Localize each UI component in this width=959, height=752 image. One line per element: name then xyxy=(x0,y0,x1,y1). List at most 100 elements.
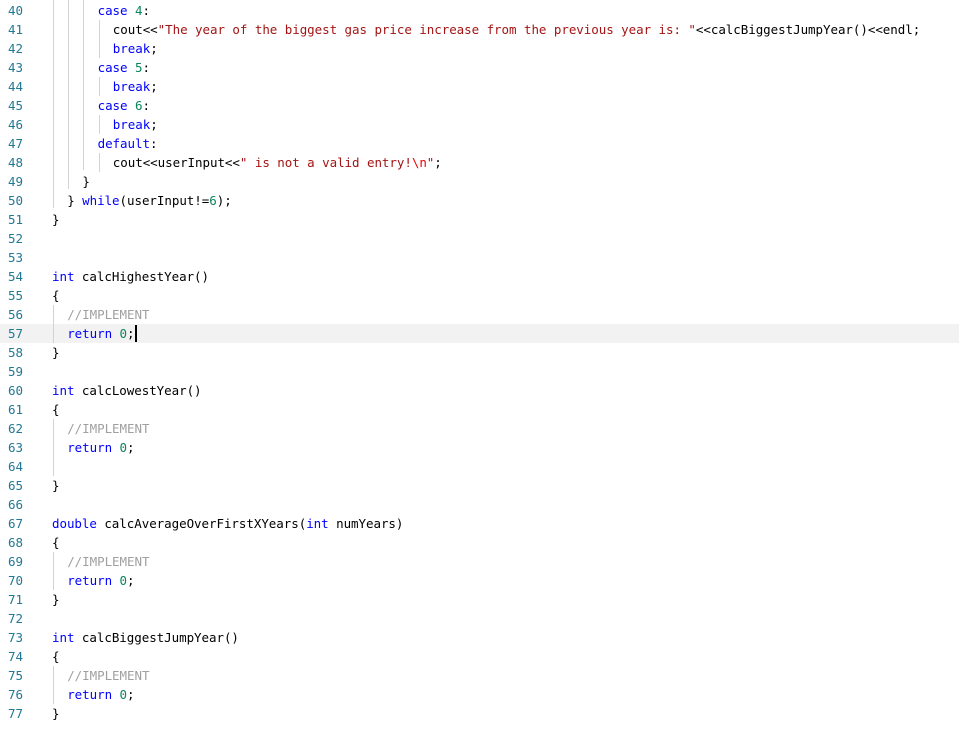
code-line[interactable]: 47 default: xyxy=(0,134,959,153)
code-line[interactable]: 57 return 0; xyxy=(0,324,959,343)
line-number: 62 xyxy=(8,421,24,436)
token-kw: int xyxy=(52,269,75,284)
line-number: 72 xyxy=(8,611,24,626)
code-line[interactable]: 40 case 4: xyxy=(0,1,959,20)
code-line[interactable]: 61 { xyxy=(0,400,959,419)
code-line[interactable]: 67 double calcAverageOverFirstXYears(int … xyxy=(0,514,959,533)
line-number: 61 xyxy=(8,402,24,417)
token-kw: return xyxy=(67,440,113,455)
token-kw: break xyxy=(112,41,151,56)
code-line[interactable]: 76 return 0; xyxy=(0,685,959,704)
code-line[interactable]: 73 int calcBiggestJumpYear() xyxy=(0,628,959,647)
code-editor[interactable]: 40 case 4: 41 cout<<"The year of the bigges… xyxy=(0,0,959,752)
line-number: 68 xyxy=(8,535,24,550)
code-line[interactable]: 56 //IMPLEMENT xyxy=(0,305,959,324)
line-number: 45 xyxy=(8,98,24,113)
code-line[interactable]: 58} xyxy=(0,343,959,362)
token-cmt: //IMPLEMENT xyxy=(67,668,150,683)
token-plain: { xyxy=(52,535,60,550)
code-line[interactable]: 71} xyxy=(0,590,959,609)
line-code: break; xyxy=(113,115,158,134)
code-line[interactable]: 64 xyxy=(0,457,959,476)
token-esc: \n xyxy=(411,155,427,170)
indent-guide xyxy=(68,0,70,189)
token-kw: case xyxy=(97,3,135,18)
indent-guide xyxy=(98,153,100,172)
line-number: 40 xyxy=(8,3,24,18)
token-num: 0 xyxy=(119,326,128,341)
token-plain: : xyxy=(149,136,158,151)
line-number: 53 xyxy=(8,250,24,265)
line-number: 46 xyxy=(8,117,24,132)
code-line[interactable]: 72 xyxy=(0,609,959,628)
line-code: return 0; xyxy=(67,438,134,457)
token-num: 0 xyxy=(119,440,128,455)
code-line[interactable]: 75 //IMPLEMENT xyxy=(0,666,959,685)
line-number: 71 xyxy=(8,592,24,607)
token-plain: (userInput!= xyxy=(119,193,210,208)
line-number: 47 xyxy=(8,136,24,151)
line-number: 55 xyxy=(8,288,24,303)
token-kw: return xyxy=(67,326,113,341)
token-plain: calcAverageOverFirstXYears( xyxy=(96,516,307,531)
line-code: { xyxy=(52,400,60,419)
token-kw: default xyxy=(97,136,150,151)
line-code: default: xyxy=(98,134,158,153)
line-code: } xyxy=(52,210,60,229)
token-plain: numYears) xyxy=(328,516,404,531)
code-line[interactable]: 46 break; xyxy=(0,115,959,134)
code-line[interactable]: 43 case 5: xyxy=(0,58,959,77)
code-line[interactable]: 45 case 6: xyxy=(0,96,959,115)
code-line[interactable]: 50} while(userInput!=6); xyxy=(0,191,959,210)
code-line[interactable]: 51} xyxy=(0,210,959,229)
line-number: 70 xyxy=(8,573,24,588)
line-code: break; xyxy=(113,77,158,96)
line-number: 49 xyxy=(8,174,24,189)
indent-guide xyxy=(53,552,54,590)
line-number: 66 xyxy=(8,497,24,512)
code-line[interactable]: 44 break; xyxy=(0,77,959,96)
code-line[interactable]: 49} xyxy=(0,172,959,191)
indent-guide xyxy=(53,305,54,343)
code-line[interactable]: 65} xyxy=(0,476,959,495)
code-line[interactable]: 74 { xyxy=(0,647,959,666)
code-line[interactable]: 68 { xyxy=(0,533,959,552)
line-number: 73 xyxy=(8,630,24,645)
token-kw: case xyxy=(97,98,135,113)
line-code: case 6: xyxy=(98,96,150,115)
code-line[interactable]: 70 return 0; xyxy=(0,571,959,590)
line-number: 50 xyxy=(8,193,24,208)
indent-guide xyxy=(53,666,54,704)
line-code: } xyxy=(52,704,60,723)
token-plain: ; xyxy=(150,41,158,56)
token-plain: } xyxy=(82,174,90,189)
code-line[interactable]: 77} xyxy=(0,704,959,723)
line-code: } xyxy=(52,343,60,362)
code-line[interactable]: 41 cout<<"The year of the biggest gas pri… xyxy=(0,20,959,39)
code-line[interactable]: 54 int calcHighestYear() xyxy=(0,267,959,286)
token-kw: int xyxy=(52,383,75,398)
code-line[interactable]: 66 xyxy=(0,495,959,514)
code-line[interactable]: 52 xyxy=(0,229,959,248)
text-cursor xyxy=(135,325,137,342)
line-code: return 0; xyxy=(67,571,134,590)
code-line[interactable]: 69 //IMPLEMENT xyxy=(0,552,959,571)
indent-guide xyxy=(98,20,100,58)
code-line[interactable]: 42 break; xyxy=(0,39,959,58)
code-line[interactable]: 53 xyxy=(0,248,959,267)
code-line[interactable]: 59 xyxy=(0,362,959,381)
code-line[interactable]: 48 cout<<userInput<<" is not a valid entr… xyxy=(0,153,959,172)
code-line[interactable]: 62 //IMPLEMENT xyxy=(0,419,959,438)
token-kw: while xyxy=(82,193,120,208)
line-number: 69 xyxy=(8,554,24,569)
code-line[interactable]: 63 return 0; xyxy=(0,438,959,457)
line-code: { xyxy=(52,286,60,305)
indent-guide xyxy=(83,0,85,170)
code-line[interactable]: 55 { xyxy=(0,286,959,305)
indent-guide xyxy=(98,115,100,134)
token-plain: ); xyxy=(216,193,232,208)
line-code: case 5: xyxy=(98,58,150,77)
code-line[interactable]: 60 int calcLowestYear() xyxy=(0,381,959,400)
token-kw: double xyxy=(52,516,97,531)
